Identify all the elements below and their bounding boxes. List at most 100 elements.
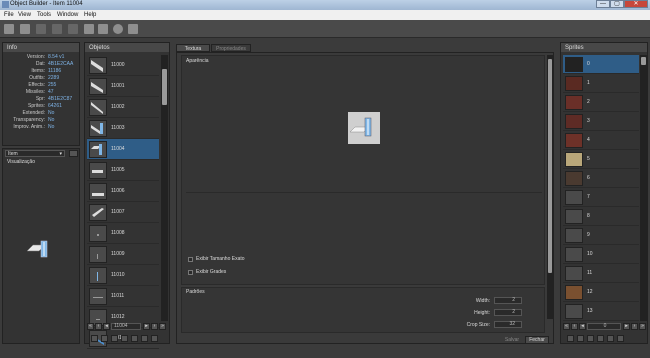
sprites-title: Sprites [561, 43, 647, 52]
menu-view[interactable]: View [18, 12, 31, 18]
grids-checkbox[interactable] [188, 270, 193, 275]
first-page-icon[interactable]: « [563, 323, 570, 330]
import-sprite-icon[interactable] [587, 335, 594, 342]
sprite-thumbnail [565, 76, 583, 91]
export-sprite-icon[interactable] [577, 335, 584, 342]
list-item[interactable]: 5 [563, 150, 639, 169]
menu-window[interactable]: Window [57, 12, 78, 18]
list-item[interactable]: 11010 [87, 265, 159, 286]
chevron-down-icon: ▾ [59, 151, 62, 157]
add-icon[interactable] [69, 150, 78, 157]
compile-icon[interactable] [36, 24, 46, 34]
object-id: 11004 [111, 146, 125, 152]
next-icon[interactable]: ▸ [623, 323, 630, 330]
find-object-icon[interactable] [151, 335, 158, 342]
sprite-id-stepper[interactable]: 0 [587, 323, 621, 330]
remove-icon[interactable] [141, 335, 148, 342]
list-item[interactable]: 11005 [87, 160, 159, 181]
prev-icon[interactable]: ◂ [579, 323, 586, 330]
list-item[interactable]: 12 [563, 283, 639, 302]
replace-icon[interactable] [91, 335, 98, 342]
next-page-icon[interactable]: › [151, 323, 158, 330]
tab-propriedades[interactable]: Propriedades [211, 44, 251, 52]
sprites-scroll-thumb[interactable] [641, 57, 646, 65]
list-item[interactable]: 9 [563, 226, 639, 245]
next-page-icon[interactable]: › [631, 323, 638, 330]
close-editor-button[interactable]: Fechar [525, 336, 549, 344]
editor-scrollbar[interactable] [547, 55, 553, 319]
unload-icon[interactable] [68, 24, 78, 34]
prev-page-icon[interactable]: ‹ [95, 323, 102, 330]
sprite-id: 2 [587, 99, 590, 105]
new-sprite-icon[interactable] [597, 335, 604, 342]
maximize-button[interactable]: ▢ [610, 0, 624, 8]
tab-textura[interactable]: Textura [176, 44, 210, 52]
export-icon[interactable] [98, 24, 108, 34]
find-sprite-icon[interactable] [617, 335, 624, 342]
width-stepper[interactable]: 2 [494, 297, 522, 304]
animation-icon[interactable] [113, 24, 123, 34]
list-item[interactable]: 2 [563, 93, 639, 112]
export-object-icon[interactable] [101, 335, 108, 342]
list-item[interactable]: 1 [563, 74, 639, 93]
list-item[interactable]: 13 [563, 302, 639, 321]
sprite-thumbnail [565, 209, 583, 224]
list-item[interactable]: 7 [563, 188, 639, 207]
list-item[interactable]: 11008 [87, 223, 159, 244]
import-icon[interactable] [84, 24, 94, 34]
objects-scroll-thumb[interactable] [162, 69, 167, 105]
crop-size-stepper[interactable]: 32 [494, 321, 522, 328]
list-item[interactable]: 11011 [87, 286, 159, 307]
menu-file[interactable]: File [4, 12, 14, 18]
list-item[interactable]: 11007 [87, 202, 159, 223]
new-object-icon[interactable] [131, 335, 138, 342]
list-item[interactable]: 4 [563, 131, 639, 150]
type-dropdown-value: Item [8, 151, 18, 157]
menu-tools[interactable]: Tools [37, 12, 51, 18]
object-id-stepper[interactable]: 11004 [111, 323, 141, 330]
exact-size-checkbox[interactable] [188, 257, 193, 262]
duplicate-icon[interactable] [121, 335, 128, 342]
prev-icon[interactable]: ◂ [103, 323, 110, 330]
prev-page-icon[interactable]: ‹ [571, 323, 578, 330]
sprite-id: 4 [587, 137, 590, 143]
list-item[interactable]: 11009 [87, 244, 159, 265]
edit-icon[interactable] [111, 335, 118, 342]
editor-scroll-thumb[interactable] [548, 59, 552, 273]
close-button[interactable]: ✕ [624, 0, 648, 8]
minimize-button[interactable]: — [596, 0, 610, 8]
list-item[interactable]: 11001 [87, 76, 159, 97]
remove-sprite-icon[interactable] [607, 335, 614, 342]
last-page-icon[interactable]: » [639, 323, 646, 330]
list-item[interactable]: 11 [563, 264, 639, 283]
preview-panel: Item ▾ Visualização [2, 148, 80, 344]
save-icon[interactable] [52, 24, 62, 34]
list-item[interactable]: 6 [563, 169, 639, 188]
first-page-icon[interactable]: « [87, 323, 94, 330]
list-item[interactable]: 10 [563, 245, 639, 264]
list-item[interactable]: 11006 [87, 181, 159, 202]
sprites-scrollbar[interactable] [640, 55, 647, 321]
height-stepper[interactable]: 2 [494, 309, 522, 316]
sprite-id: 7 [587, 194, 590, 200]
info-value: 4B1E2CAA [48, 61, 74, 67]
find-icon[interactable] [128, 24, 138, 34]
list-item[interactable]: 11000 [87, 55, 159, 76]
exact-size-label: Exibir Tamanho Exato [196, 256, 245, 262]
new-icon[interactable] [4, 24, 14, 34]
next-icon[interactable]: ▸ [143, 323, 150, 330]
window-title: Object Builder - Item 11004 [10, 1, 83, 7]
list-item[interactable]: 11004 [87, 139, 159, 160]
type-dropdown[interactable]: Item ▾ [5, 150, 65, 157]
list-item[interactable]: 11003 [87, 118, 159, 139]
list-item[interactable]: 8 [563, 207, 639, 226]
list-item[interactable]: 11002 [87, 97, 159, 118]
list-item[interactable]: 0 [563, 55, 639, 74]
save-button[interactable]: Salvar [501, 336, 523, 344]
last-page-icon[interactable]: » [159, 323, 166, 330]
menu-help[interactable]: Help [84, 12, 96, 18]
objects-scrollbar[interactable] [161, 55, 168, 321]
replace-sprite-icon[interactable] [567, 335, 574, 342]
open-icon[interactable] [20, 24, 30, 34]
list-item[interactable]: 3 [563, 112, 639, 131]
